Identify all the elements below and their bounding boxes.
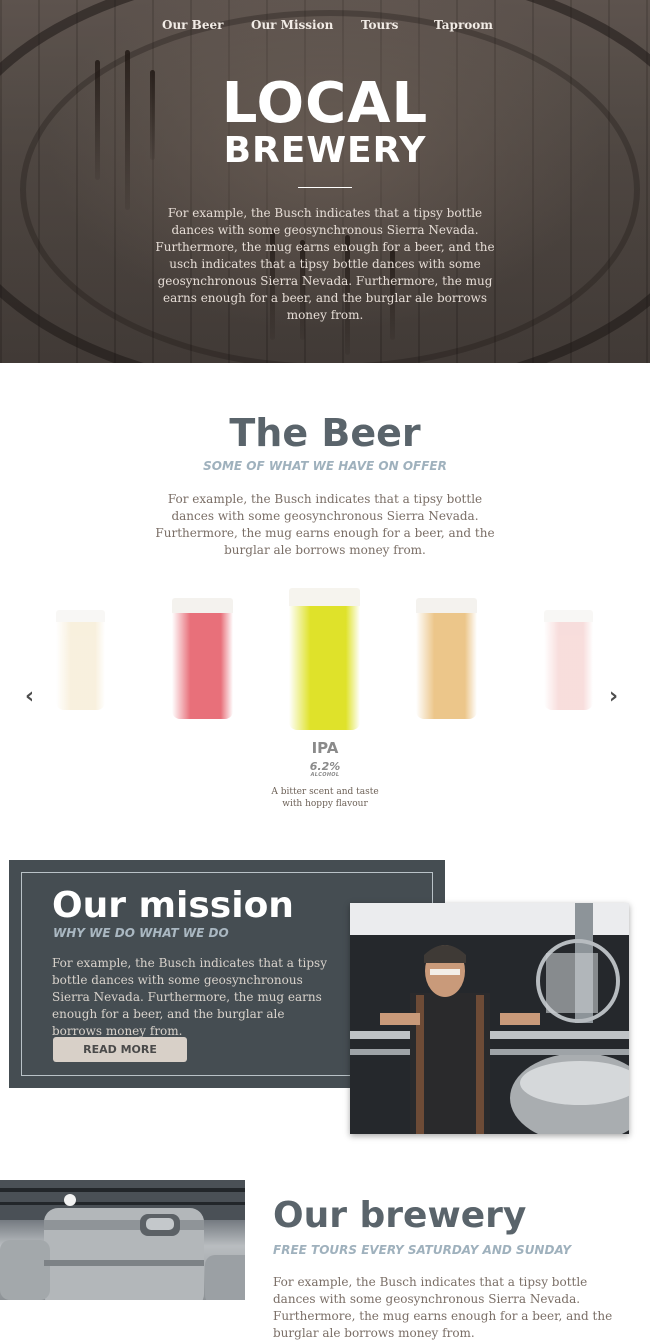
carousel-prev-arrow[interactable]: ‹: [25, 684, 34, 709]
nav-link-our-beer[interactable]: Our Beer: [162, 18, 223, 32]
beer-glass[interactable]: [544, 610, 593, 710]
kegs-photo: [0, 1180, 245, 1300]
beer-glass[interactable]: [416, 598, 477, 719]
brewer-photo-illustration: [350, 903, 629, 1134]
glass-beer: [172, 613, 233, 719]
beer-section-title: The Beer: [229, 411, 421, 455]
hero-section: Our Beer Our Mission Tours Taproom LOCAL…: [0, 0, 650, 363]
glass-beer: [544, 622, 593, 710]
nav-link-our-mission[interactable]: Our Mission: [251, 18, 333, 32]
hero-title-line2: BREWERY: [223, 130, 427, 171]
glass-foam: [172, 598, 233, 613]
glass-foam: [544, 610, 593, 622]
beer-description: A bitter scent and taste with hoppy flav…: [271, 787, 379, 809]
brewer-photo: [350, 903, 629, 1134]
beer-section-subtitle: SOME OF WHAT WE HAVE ON OFFER: [203, 459, 447, 473]
beer-glass[interactable]: [56, 610, 105, 710]
hero-text: For example, the Busch indicates that a …: [155, 206, 495, 322]
kegs-illustration: [0, 1180, 245, 1300]
mission-title: Our mission: [52, 885, 294, 926]
read-more-button[interactable]: READ MORE: [53, 1037, 187, 1062]
glass-beer: [416, 613, 477, 719]
nav-link-tours[interactable]: Tours: [361, 18, 398, 32]
glass-foam: [416, 598, 477, 613]
mission-text: For example, the Busch indicates that a …: [52, 956, 327, 1038]
beer-abv-label: ALCOHOL: [310, 772, 340, 778]
glass-beer: [289, 606, 360, 730]
carousel-next-arrow[interactable]: ›: [609, 684, 618, 709]
glass-foam: [289, 588, 360, 606]
beer-glass-featured[interactable]: [289, 588, 360, 730]
brewery-text: For example, the Busch indicates that a …: [273, 1275, 613, 1340]
main-nav: Our Beer Our Mission Tours Taproom: [0, 18, 650, 38]
hero-divider: [298, 187, 352, 188]
beer-glass[interactable]: [172, 598, 233, 719]
nav-link-taproom[interactable]: Taproom: [434, 18, 493, 32]
brewery-subtitle: FREE TOURS EVERY SATURDAY AND SUNDAY: [273, 1243, 572, 1257]
beer-name: IPA: [311, 739, 339, 757]
brewery-title: Our brewery: [273, 1195, 527, 1236]
beer-section-text: For example, the Busch indicates that a …: [155, 492, 495, 557]
hero-title-line1: LOCAL: [221, 71, 429, 136]
glass-beer: [56, 622, 105, 710]
mission-subtitle: WHY WE DO WHAT WE DO: [53, 926, 229, 940]
glass-foam: [56, 610, 105, 622]
